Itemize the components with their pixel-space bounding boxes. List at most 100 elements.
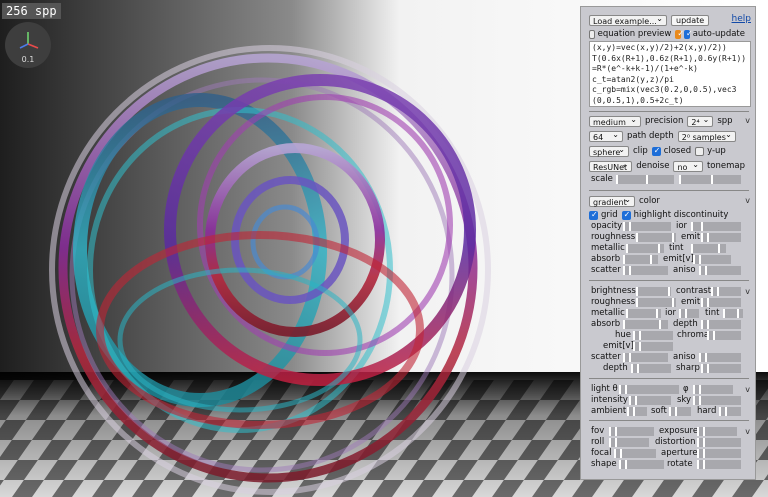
tint-label: tint [669, 243, 684, 253]
focal-slider[interactable] [614, 449, 656, 458]
depth-slider[interactable] [701, 320, 741, 329]
absorb-slider[interactable] [623, 320, 668, 329]
rotate-slider[interactable] [697, 460, 741, 469]
light-phi-label: φ [683, 384, 689, 394]
divider [589, 190, 749, 191]
closed-checkbox[interactable] [651, 146, 661, 156]
y-up-label: y-up [707, 146, 726, 156]
fov-label: fov [591, 426, 605, 436]
metallic-label: metallic [591, 308, 625, 318]
update-button[interactable]: update [671, 14, 710, 26]
opacity-label: opacity [591, 221, 623, 231]
emit-v-slider[interactable] [633, 342, 673, 351]
depth-slider[interactable] [631, 364, 671, 373]
equation-preview-checkbox[interactable] [589, 29, 595, 39]
ior-label: ior [676, 221, 688, 231]
equation-editor[interactable]: (x,y)=vec(x,y)/2)+2(x,y)/2)) T(0.6x(R+1)… [589, 41, 751, 107]
roughness-label: roughness [591, 297, 636, 307]
collapse-icon[interactable]: v [745, 385, 750, 394]
grid-label: grid [601, 210, 618, 220]
soft-label: soft [651, 406, 667, 416]
precision-select[interactable]: medium [589, 114, 641, 127]
sharp-label: sharp [676, 363, 700, 373]
divider [589, 111, 749, 112]
auto-update-label: auto-update [692, 29, 745, 39]
y-up-checkbox[interactable] [695, 146, 705, 156]
emit-slider[interactable] [701, 233, 741, 242]
help-link[interactable]: help [732, 14, 751, 24]
ior-slider[interactable] [691, 222, 741, 231]
roughness-label: roughness [591, 232, 636, 242]
collapse-icon[interactable]: v [745, 196, 750, 205]
sky-slider[interactable] [693, 396, 741, 405]
clip-select[interactable]: sphere [589, 144, 629, 157]
collapse-icon[interactable]: v [745, 427, 750, 436]
scale-slider-1[interactable] [616, 175, 674, 184]
shape-slider[interactable] [619, 460, 664, 469]
equation-preview-toggle-checkbox[interactable] [675, 29, 684, 39]
color-mode-select[interactable]: gradient [589, 194, 635, 207]
sharp-slider[interactable] [701, 364, 741, 373]
spp-select[interactable]: 2⁴ [687, 114, 714, 127]
metallic-slider[interactable] [626, 309, 661, 318]
light-phi-slider[interactable] [693, 385, 733, 394]
hard-slider[interactable] [719, 407, 741, 416]
denoise-select[interactable]: ResUNet [589, 159, 633, 172]
light-theta-slider[interactable] [619, 385, 679, 394]
emit-label: emit [681, 297, 701, 307]
axis-gizmo[interactable]: 0.1 [5, 22, 51, 68]
grid-checkbox[interactable] [589, 210, 598, 220]
collapse-icon[interactable]: v [745, 287, 750, 296]
chroma-slider[interactable] [707, 331, 741, 340]
tint-slider[interactable] [723, 309, 743, 318]
exposure-slider[interactable] [697, 427, 737, 436]
tonemap-select[interactable]: no [673, 159, 703, 172]
path-depth-select[interactable]: 64 [589, 129, 623, 142]
emit-slider[interactable] [701, 298, 741, 307]
soft-slider[interactable] [669, 407, 691, 416]
samples-select[interactable]: 2⁰ samples [677, 129, 736, 142]
brightness-slider[interactable] [636, 287, 671, 296]
load-example-select[interactable]: Load example... [589, 13, 667, 26]
tint-label: tint [705, 308, 720, 318]
emit-v-slider[interactable] [693, 255, 731, 264]
roughness-slider[interactable] [636, 298, 676, 307]
absorb-slider[interactable] [623, 255, 658, 264]
sky-label: sky [677, 395, 692, 405]
control-panel: Load example... update help equation pre… [580, 6, 756, 480]
roll-label: roll [591, 437, 605, 447]
divider [589, 420, 749, 421]
aperture-slider[interactable] [697, 449, 741, 458]
fov-slider[interactable] [609, 427, 654, 436]
aniso-slider[interactable] [699, 266, 741, 275]
highlight-discontinuity-label: highlight discontinuity [633, 210, 729, 220]
metallic-label: metallic [591, 243, 625, 253]
scatter-slider[interactable] [623, 266, 668, 275]
intensity-label: intensity [591, 395, 628, 405]
hue-slider[interactable] [633, 331, 673, 340]
scale-slider-2[interactable] [679, 175, 741, 184]
ambient-slider[interactable] [627, 407, 647, 416]
brightness-label: brightness [591, 286, 636, 296]
contrast-slider[interactable] [711, 287, 741, 296]
aniso-slider[interactable] [699, 353, 741, 362]
metallic-slider[interactable] [626, 244, 664, 253]
scatter-label: scatter [591, 352, 621, 362]
depth-label: depth [673, 319, 698, 329]
roll-slider[interactable] [609, 438, 649, 447]
collapse-icon[interactable]: v [745, 116, 750, 125]
precision-label: precision [645, 116, 684, 126]
distortion-slider[interactable] [697, 438, 741, 447]
rotate-label: rotate [667, 459, 693, 469]
ior-slider[interactable] [679, 309, 699, 318]
scatter-slider[interactable] [623, 353, 668, 362]
opacity-slider[interactable] [623, 222, 671, 231]
color-label: color [639, 196, 660, 206]
intensity-slider[interactable] [629, 396, 671, 405]
roughness-slider[interactable] [636, 233, 676, 242]
clip-label: clip [633, 146, 648, 156]
auto-update-checkbox[interactable] [684, 29, 692, 39]
aperture-label: aperture [661, 448, 698, 458]
tint-slider[interactable] [691, 244, 726, 253]
highlight-discontinuity-checkbox[interactable] [621, 210, 631, 220]
